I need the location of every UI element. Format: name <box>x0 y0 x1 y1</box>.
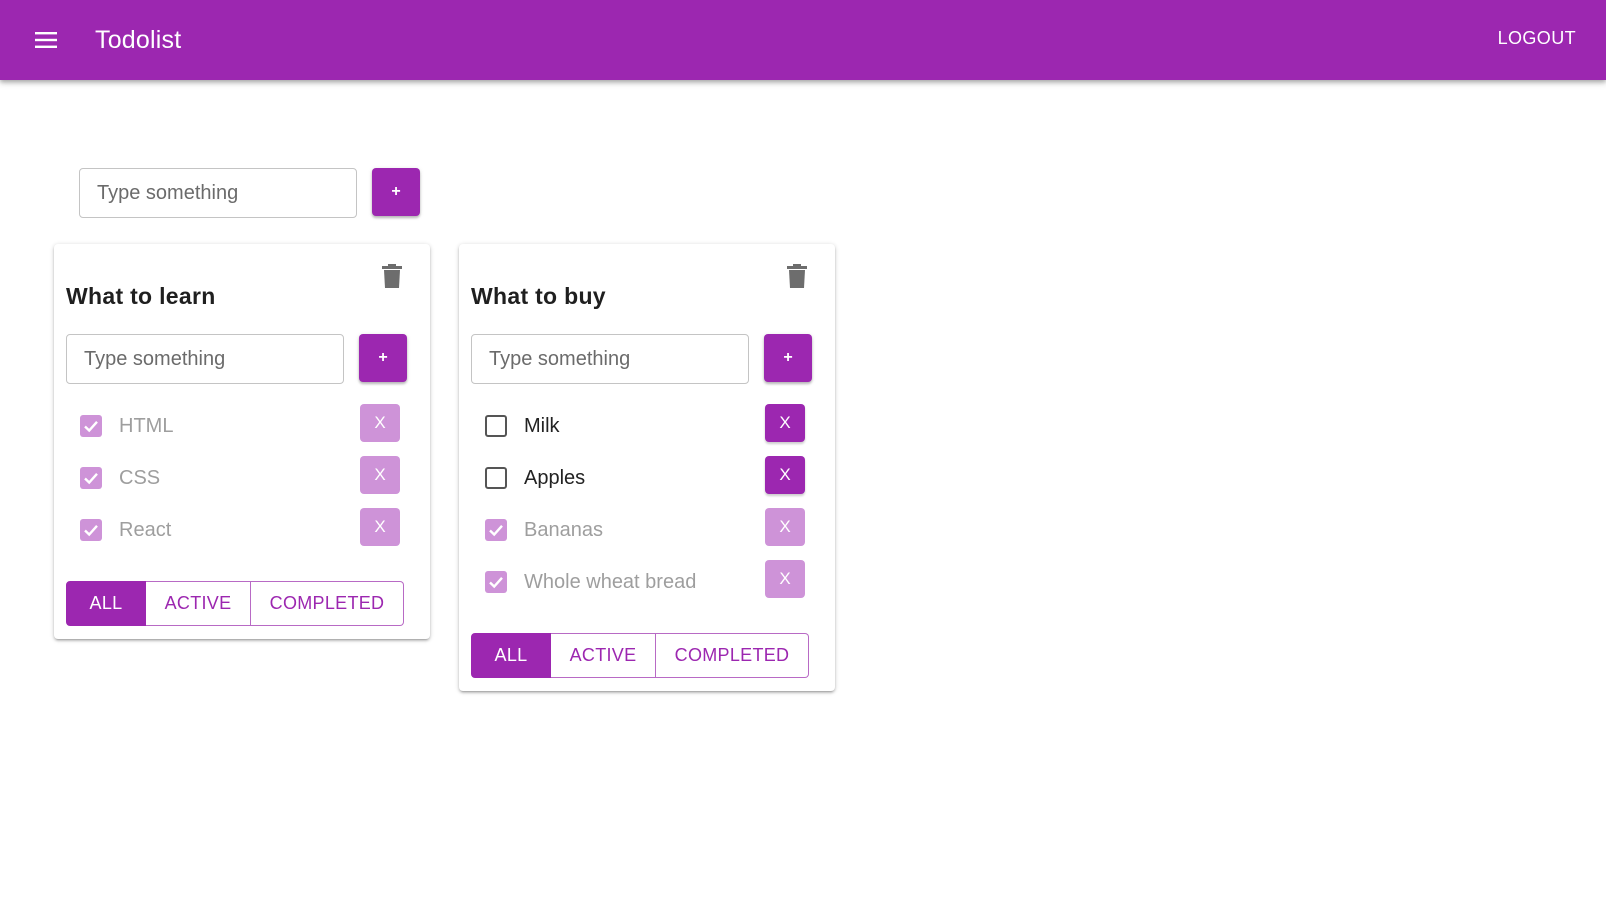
check-icon <box>84 472 98 485</box>
task-label: Milk <box>524 415 560 437</box>
filter-all-button[interactable]: ALL <box>66 581 146 626</box>
filter-active-button[interactable]: ACTIVE <box>551 633 656 678</box>
task-checkbox[interactable] <box>80 467 102 489</box>
task-checkbox[interactable] <box>485 519 507 541</box>
task-checkbox[interactable] <box>485 415 507 437</box>
app-title: Todolist <box>95 26 182 54</box>
new-list-input[interactable] <box>79 168 357 218</box>
task-checkbox[interactable] <box>485 571 507 593</box>
remove-task-button[interactable]: X <box>360 456 400 494</box>
todolist-card: What to buy + Milk X Apples X Bananas X … <box>459 244 835 691</box>
filter-active-button[interactable]: ACTIVE <box>146 581 251 626</box>
task-checkbox[interactable] <box>80 519 102 541</box>
add-task-button[interactable]: + <box>359 334 407 382</box>
check-icon <box>489 576 503 589</box>
task-checkbox[interactable] <box>80 415 102 437</box>
task-label: HTML <box>119 415 174 437</box>
remove-task-button[interactable]: X <box>360 508 400 546</box>
menu-button[interactable] <box>28 22 64 58</box>
remove-task-button[interactable]: X <box>765 560 805 598</box>
task-item: Whole wheat bread X <box>471 560 811 604</box>
task-item: Milk X <box>471 404 811 448</box>
filter-all-button[interactable]: ALL <box>471 633 551 678</box>
remove-task-button[interactable]: X <box>360 404 400 442</box>
add-task-button[interactable]: + <box>764 334 812 382</box>
filter-group: ALL ACTIVE COMPLETED <box>471 633 809 678</box>
check-icon <box>489 524 503 537</box>
check-icon <box>84 420 98 433</box>
list-title: What to buy <box>471 283 606 309</box>
check-icon <box>84 524 98 537</box>
delete-list-button[interactable] <box>374 258 410 294</box>
filter-completed-button[interactable]: COMPLETED <box>251 581 404 626</box>
app-bar: Todolist LOGOUT <box>0 0 1606 80</box>
task-checkbox[interactable] <box>485 467 507 489</box>
task-label: Apples <box>524 467 586 489</box>
task-item: Apples X <box>471 456 811 500</box>
list-title: What to learn <box>66 283 216 309</box>
task-input[interactable] <box>471 334 749 384</box>
delete-list-button[interactable] <box>779 258 815 294</box>
task-label: Whole wheat bread <box>524 571 697 593</box>
remove-task-button[interactable]: X <box>765 404 805 442</box>
todolist-card: What to learn + HTML X CSS X React X ALL… <box>54 244 430 639</box>
task-item: CSS X <box>66 456 406 500</box>
task-item: React X <box>66 508 406 552</box>
menu-icon <box>35 32 57 48</box>
trash-icon <box>787 264 807 288</box>
task-label: CSS <box>119 467 161 489</box>
remove-task-button[interactable]: X <box>765 456 805 494</box>
task-label: Bananas <box>524 519 603 541</box>
filter-completed-button[interactable]: COMPLETED <box>656 633 809 678</box>
task-item: HTML X <box>66 404 406 448</box>
task-label: React <box>119 519 172 541</box>
filter-group: ALL ACTIVE COMPLETED <box>66 581 404 626</box>
trash-icon <box>382 264 402 288</box>
remove-task-button[interactable]: X <box>765 508 805 546</box>
task-input[interactable] <box>66 334 344 384</box>
logout-button[interactable]: LOGOUT <box>1498 28 1576 49</box>
add-list-button[interactable]: + <box>372 168 420 216</box>
task-item: Bananas X <box>471 508 811 552</box>
